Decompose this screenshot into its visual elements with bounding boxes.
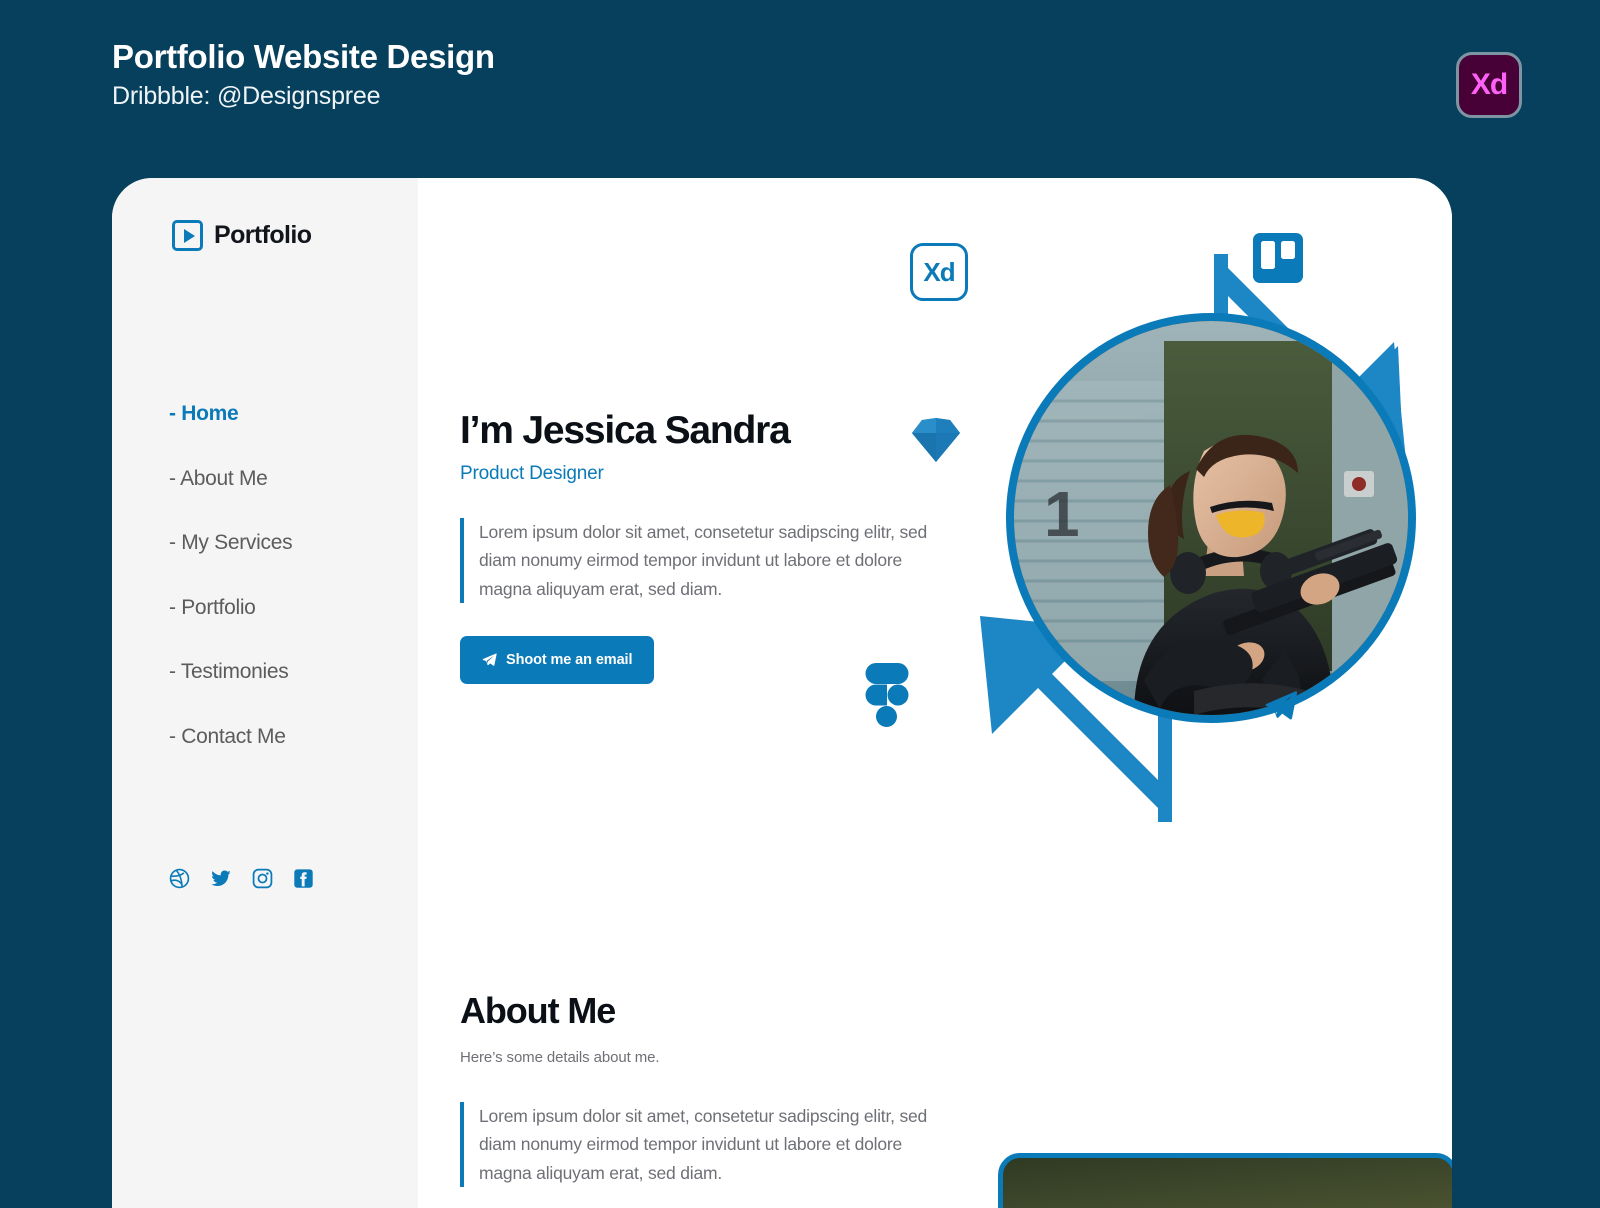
page-header: Portfolio Website Design Dribbble: @Desi… [112, 38, 495, 111]
dribbble-icon[interactable] [169, 868, 190, 889]
shoot-me-an-email-button[interactable]: Shoot me an email [460, 635, 655, 684]
content-area: I’m Jessica Sandra Product Designer Lore… [418, 178, 1452, 1208]
adobe-xd-small-label: Xd [923, 257, 955, 287]
svg-text:1: 1 [1044, 478, 1080, 550]
hero-photo: 1 [1006, 313, 1416, 723]
about-heading: About Me [460, 990, 616, 1031]
hero-graphic: 1 Xd [865, 228, 1452, 848]
about-subtitle: Here’s some details about me. [460, 1049, 660, 1066]
shoot-me-an-email-label: Shoot me an email [506, 651, 633, 668]
hero-text-block: I’m Jessica Sandra Product Designer Lore… [460, 409, 960, 684]
play-square-icon [172, 220, 203, 251]
about-section: About Me Here’s some details about me. L… [460, 990, 980, 1188]
website-mockup-panel: Portfolio - Home - About Me - My Service… [112, 178, 1452, 1208]
hero-paragraph: Lorem ipsum dolor sit amet, consetetur s… [460, 517, 930, 603]
sidebar-item-testimonies[interactable]: - Testimonies [169, 660, 418, 684]
page-subtitle: Dribbble: @Designspree [112, 81, 381, 110]
sidebar-item-contact-me[interactable]: - Contact Me [169, 725, 418, 749]
adobe-xd-icon: Xd [910, 243, 968, 301]
paper-plane-icon [482, 653, 497, 667]
figma-icon [865, 663, 909, 727]
sidebar-item-home[interactable]: - Home [169, 402, 418, 426]
hero-role: Product Designer [460, 462, 604, 484]
sidebar-logo-label: Portfolio [214, 221, 312, 249]
hero-name: I’m Jessica Sandra [460, 409, 791, 452]
social-links [169, 868, 314, 889]
trello-icon [1253, 233, 1303, 283]
instagram-icon[interactable] [252, 868, 273, 889]
portrait-photo: 1 [1014, 321, 1408, 715]
sidebar-item-portfolio[interactable]: - Portfolio [169, 596, 418, 620]
page-title: Portfolio Website Design [112, 38, 495, 75]
sidebar: Portfolio - Home - About Me - My Service… [112, 178, 418, 1208]
play-triangle-icon [183, 228, 195, 243]
adobe-xd-label: Xd [1470, 68, 1508, 101]
twitter-icon[interactable] [210, 868, 232, 889]
sidebar-item-about-me[interactable]: - About Me [169, 467, 418, 491]
facebook-icon[interactable] [293, 868, 314, 889]
sidebar-nav: - Home - About Me - My Services - Portfo… [169, 402, 418, 749]
sidebar-logo[interactable]: Portfolio [172, 220, 418, 251]
adobe-xd-icon: Xd [1456, 52, 1522, 118]
about-paragraph: Lorem ipsum dolor sit amet, consetetur s… [460, 1102, 930, 1188]
telegram-send-icon [1265, 691, 1298, 720]
sidebar-item-my-services[interactable]: - My Services [169, 531, 418, 555]
